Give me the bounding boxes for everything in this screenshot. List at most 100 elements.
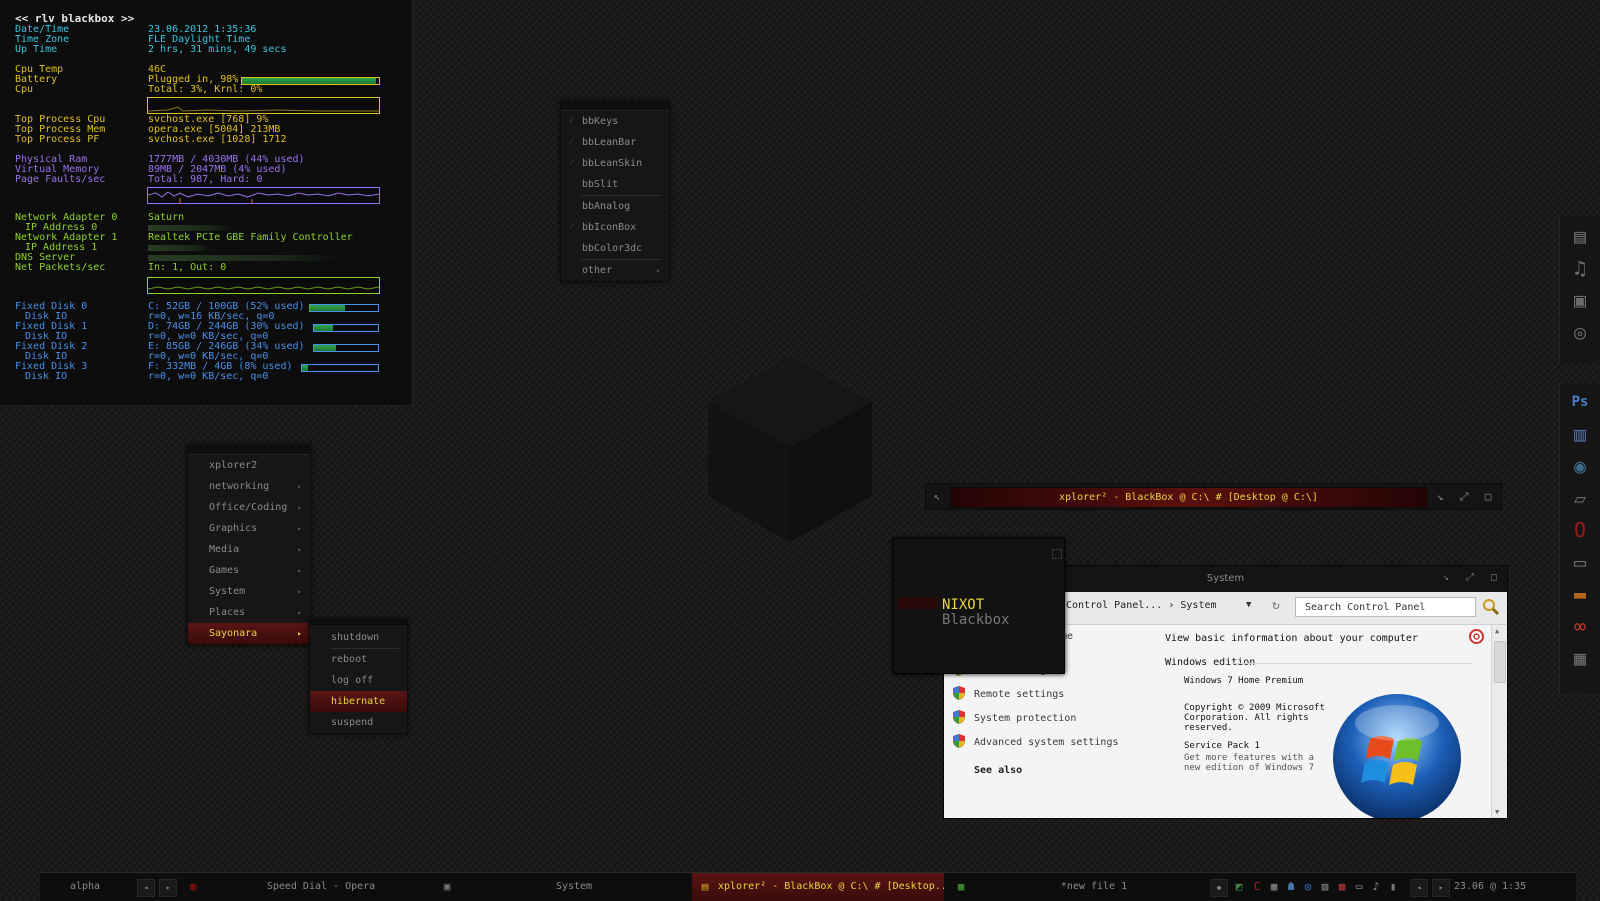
menu-item-media[interactable]: Media ▸: [188, 539, 310, 560]
menu-item-networking[interactable]: networking ▸: [188, 476, 310, 497]
opera-icon[interactable]: O: [1567, 517, 1593, 543]
picture-icon[interactable]: ▣: [1567, 287, 1593, 313]
plugin-bbanalog[interactable]: bbAnalog: [561, 196, 669, 217]
menu-item-reboot[interactable]: reboot: [310, 649, 407, 670]
minimize-icon[interactable]: ↘: [1429, 484, 1451, 509]
globe-icon[interactable]: ◉: [1567, 453, 1593, 479]
menu-item-office-coding[interactable]: Office/Coding ▸: [188, 497, 310, 518]
xplorer-window-title[interactable]: xplorer² - BlackBox @ C:\ # [Desktop @ C…: [950, 487, 1427, 508]
tray-signal-icon[interactable]: ▮: [1386, 880, 1400, 894]
plugin-bbiconbox[interactable]: ✓ bbIconBox: [561, 217, 669, 238]
menu-item-shutdown[interactable]: shutdown: [310, 627, 407, 648]
disk1-bar-fill: [314, 325, 334, 331]
task-speed-dial-opera[interactable]: Speed Dial - Opera: [206, 873, 436, 901]
next-workspace-icon[interactable]: ▸: [159, 879, 177, 897]
remote-settings-link[interactable]: Remote settings: [952, 686, 1064, 704]
root-menu: xplorer2 networking ▸ Office/Coding ▸ Grap…: [187, 445, 311, 645]
advanced-system-settings-link[interactable]: Advanced system settings: [952, 734, 1119, 752]
xplorer-titlebar[interactable]: ↖ xplorer² - BlackBox @ C:\ # [Desktop @…: [925, 483, 1502, 510]
menu-item-system[interactable]: System ▸: [188, 581, 310, 602]
nixot-label-box: NIXOT Blackbox: [893, 538, 1065, 674]
clock[interactable]: 23.06 @ 1:35: [1450, 873, 1530, 901]
monitor-title: << rlv blackbox >>: [15, 12, 135, 25]
memory-graph: [147, 187, 380, 204]
notepad-icon: ■: [957, 880, 965, 893]
root-menu-header: [188, 446, 310, 455]
plugins-menu-header: [561, 102, 669, 111]
tray-monitor-icon[interactable]: ▦: [1267, 880, 1281, 894]
film-reel-icon[interactable]: ◎: [1567, 319, 1593, 345]
ip1-redacted: [148, 245, 213, 251]
plugin-bbcolor3dc[interactable]: bbColor3dc: [561, 238, 669, 259]
disk0-bar-fill: [310, 305, 346, 311]
vertical-scrollbar[interactable]: ▲ ▼: [1491, 625, 1507, 818]
tray-app-icon[interactable]: ◩: [1232, 880, 1246, 894]
chart-icon[interactable]: ▥: [1567, 421, 1593, 447]
prev-icon[interactable]: ◂: [1410, 879, 1428, 897]
search-icon[interactable]: [1482, 598, 1500, 616]
ip0-redacted: [148, 225, 233, 231]
menu-item-places[interactable]: Places ▸: [188, 602, 310, 623]
plugins-menu: ✓ bbKeys ✓ bbLeanBar ✓ bbLeanSkin bbSlit bb…: [560, 101, 670, 282]
app-infinity-icon[interactable]: ∞: [1567, 613, 1593, 639]
disk3-bar: [301, 364, 379, 372]
menu-item-suspend[interactable]: suspend: [310, 712, 407, 733]
menu-item-log-off[interactable]: log off: [310, 670, 407, 691]
maximize-icon[interactable]: ⤢: [1461, 572, 1479, 586]
menu-item-sayonara[interactable]: Sayonara ▸: [188, 623, 310, 644]
refresh-icon[interactable]: ↻: [1268, 598, 1284, 614]
scroll-up-icon[interactable]: ▲: [1495, 627, 1499, 635]
plugin-other[interactable]: other ▸: [561, 260, 669, 281]
plugin-bbslit[interactable]: bbSlit: [561, 174, 669, 195]
maximize-icon[interactable]: ⤢: [1453, 484, 1475, 509]
help-icon[interactable]: [1469, 629, 1484, 644]
computer-icon[interactable]: ▭: [1567, 549, 1593, 575]
next-icon[interactable]: ▸: [1432, 879, 1450, 897]
cpu-graph: [147, 97, 380, 114]
close-icon[interactable]: □: [1477, 484, 1499, 509]
notepad-icon[interactable]: ▱: [1567, 485, 1593, 511]
chevron-right-icon: ▸: [297, 608, 302, 617]
tray-toggle-icon[interactable]: ◆: [1210, 879, 1228, 897]
minimize-icon[interactable]: ↘: [1437, 572, 1455, 586]
tray-volume-icon[interactable]: ♪: [1369, 880, 1383, 894]
tray-security-icon[interactable]: ▩: [1335, 880, 1349, 894]
menu-item-hibernate[interactable]: hibernate: [310, 691, 407, 712]
menu-item-xplorer2[interactable]: xplorer2: [188, 455, 310, 476]
task-xplorer[interactable]: xplorer² - BlackBox @ C:\ # [Desktop...: [692, 873, 944, 901]
media-dock: ▤ ♫ ▣ ◎: [1559, 217, 1600, 363]
plugin-bbkeys[interactable]: ✓ bbKeys: [561, 111, 669, 132]
close-icon[interactable]: □: [1485, 572, 1503, 586]
document-icon[interactable]: ▤: [1567, 223, 1593, 249]
tray-device-icon[interactable]: ▧: [1318, 880, 1332, 894]
tray-ccleaner-icon[interactable]: C: [1250, 880, 1264, 894]
dns-redacted: [148, 255, 338, 261]
prev-workspace-icon[interactable]: ◂: [137, 879, 155, 897]
search-input[interactable]: Search Control Panel: [1295, 597, 1476, 617]
folder-icon[interactable]: ▬: [1567, 581, 1593, 607]
workspace-label[interactable]: alpha: [50, 873, 120, 901]
menu-item-games[interactable]: Games ▸: [188, 560, 310, 581]
chevron-right-icon: ▸: [297, 482, 302, 491]
tray-people-icon[interactable]: ☗: [1284, 880, 1298, 894]
breadcrumb[interactable]: Control Panel... › System: [1066, 600, 1217, 611]
more-features-link[interactable]: Get more features with a new edition of …: [1184, 753, 1324, 773]
network-graph: [147, 277, 380, 294]
window-icon[interactable]: ▦: [1567, 645, 1593, 671]
chevron-down-icon[interactable]: ▼: [1246, 600, 1251, 610]
tray-display-icon[interactable]: ▭: [1352, 880, 1366, 894]
battery-bar-fill: [242, 78, 377, 84]
scrollbar-thumb[interactable]: [1494, 641, 1506, 683]
scroll-down-icon[interactable]: ▼: [1495, 808, 1499, 816]
task-new-file[interactable]: *new file 1: [974, 873, 1214, 901]
photoshop-icon[interactable]: Ps: [1567, 389, 1593, 415]
music-note-icon[interactable]: ♫: [1567, 255, 1593, 281]
task-system[interactable]: System: [460, 873, 688, 901]
arrow-up-left-icon[interactable]: ↖: [926, 484, 948, 509]
tray-network-icon[interactable]: ◎: [1301, 880, 1315, 894]
plugin-bbleanskin[interactable]: ✓ bbLeanSkin: [561, 153, 669, 174]
menu-item-graphics[interactable]: Graphics ▸: [188, 518, 310, 539]
opera-icon: ◍: [189, 880, 197, 893]
system-protection-link[interactable]: System protection: [952, 710, 1076, 728]
plugin-bbleanbar[interactable]: ✓ bbLeanBar: [561, 132, 669, 153]
